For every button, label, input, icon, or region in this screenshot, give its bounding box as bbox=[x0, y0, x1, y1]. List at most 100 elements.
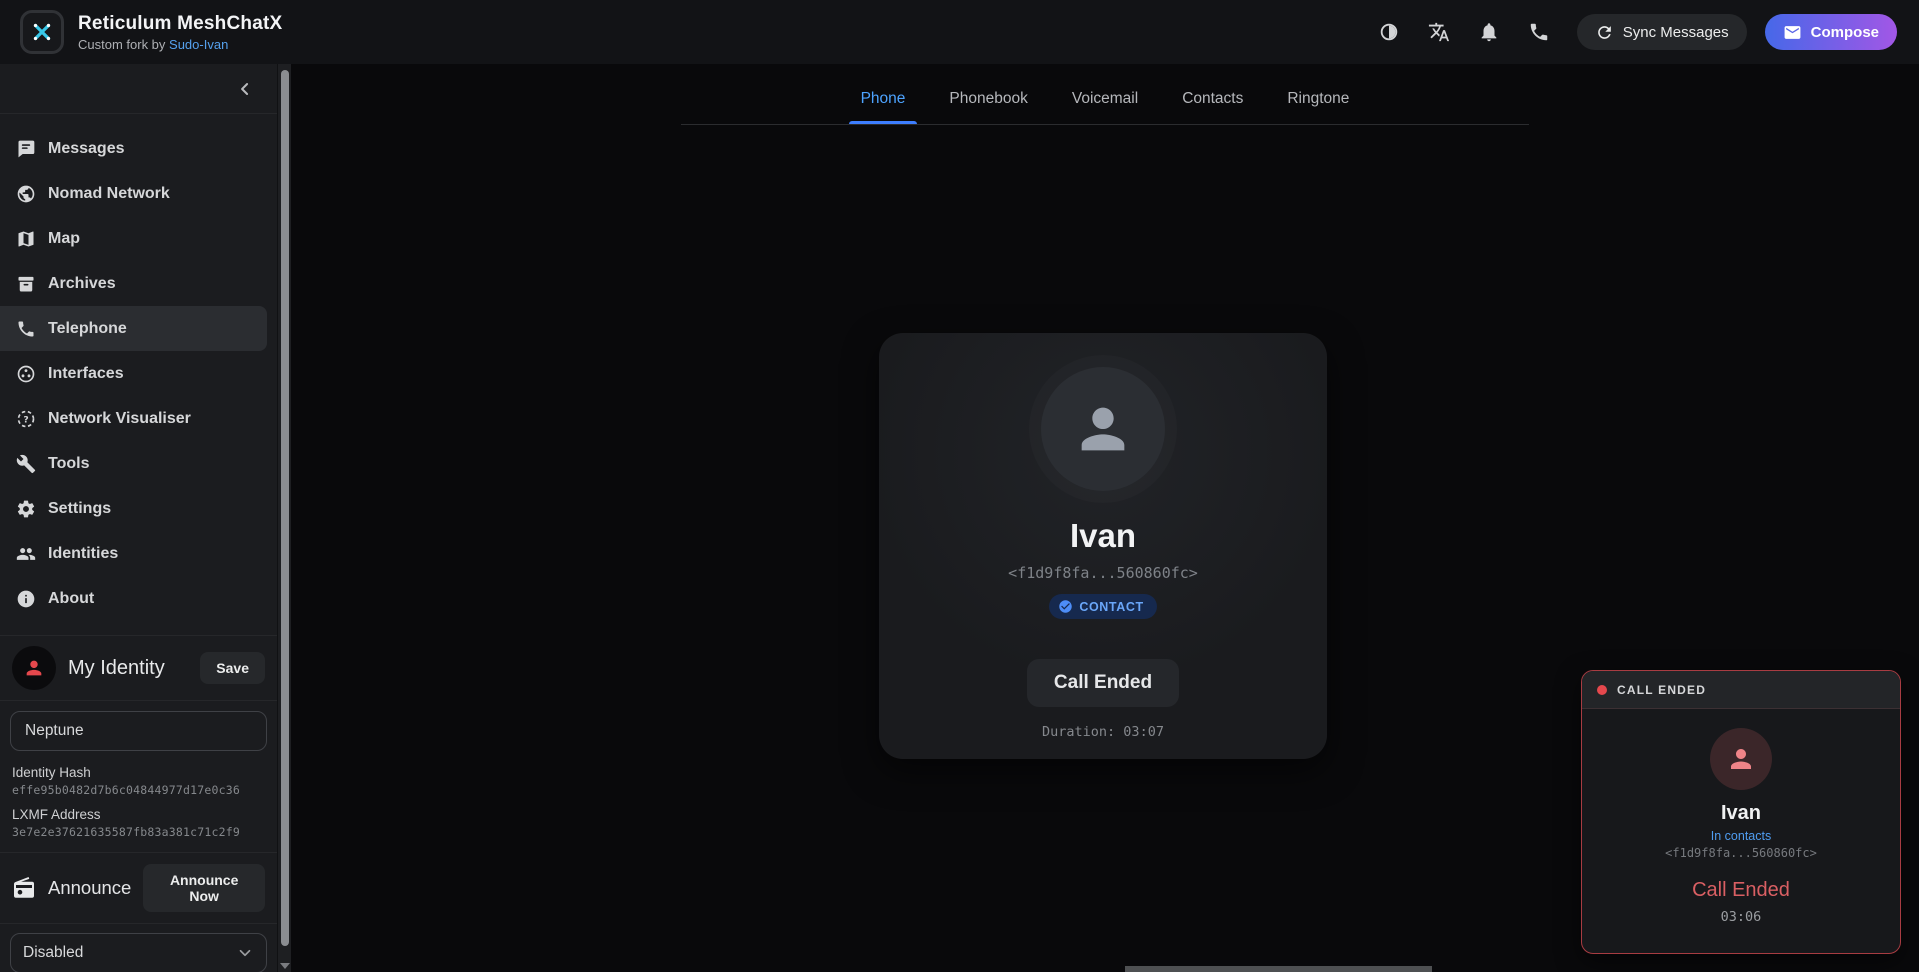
theme-toggle-button[interactable] bbox=[1369, 12, 1409, 52]
sidebar-item-nomad-network[interactable]: Nomad Network bbox=[0, 171, 267, 216]
my-identity-avatar bbox=[12, 646, 56, 690]
sidebar-item-label: Telephone bbox=[48, 320, 127, 338]
sidebar-item-label: Archives bbox=[48, 275, 116, 293]
identity-hash-block: Identity Hash effe95b0482d7b6c04844977d1… bbox=[0, 755, 277, 797]
tab-phonebook[interactable]: Phonebook bbox=[949, 90, 1027, 124]
x-node-icon bbox=[29, 19, 55, 45]
header-branding: Reticulum MeshChatX Custom fork by Sudo-… bbox=[20, 10, 282, 54]
sidebar-scrollbar[interactable] bbox=[277, 64, 291, 972]
call-status-button[interactable]: Call Ended bbox=[1027, 659, 1179, 707]
visualiser-icon: ? bbox=[16, 409, 36, 429]
tab-phone[interactable]: Phone bbox=[861, 90, 906, 124]
in-contacts-note: In contacts bbox=[1582, 829, 1900, 843]
sidebar-item-messages[interactable]: Messages bbox=[0, 126, 267, 171]
compose-label: Compose bbox=[1811, 24, 1879, 41]
sidebar-item-label: Tools bbox=[48, 455, 89, 473]
announce-now-button[interactable]: Announce Now bbox=[143, 864, 265, 912]
sidebar-item-identities[interactable]: Identities bbox=[0, 531, 267, 576]
sidebar-item-label: Settings bbox=[48, 500, 111, 518]
notification-title: CALL ENDED bbox=[1617, 683, 1706, 697]
lxmf-address-block: LXMF Address 3e7e2e37621635587fb83a381c7… bbox=[0, 797, 277, 839]
sidebar-item-tools[interactable]: Tools bbox=[0, 441, 267, 486]
divider bbox=[0, 923, 277, 924]
tab-voicemail[interactable]: Voicemail bbox=[1072, 90, 1138, 124]
scrollbar-down-arrow-icon[interactable] bbox=[280, 963, 290, 969]
identity-name-input[interactable] bbox=[10, 711, 267, 751]
caller-name: Ivan bbox=[879, 517, 1327, 555]
person-icon bbox=[23, 657, 45, 679]
translate-icon bbox=[1428, 21, 1450, 43]
notification-avatar bbox=[1710, 728, 1772, 790]
my-identity-title: My Identity bbox=[68, 657, 188, 680]
svg-text:?: ? bbox=[23, 414, 28, 425]
chevron-left-icon[interactable] bbox=[235, 79, 255, 99]
title-stack: Reticulum MeshChatX Custom fork by Sudo-… bbox=[78, 13, 282, 52]
tab-ringtone[interactable]: Ringtone bbox=[1287, 90, 1349, 124]
announce-section: Announce Announce Now bbox=[0, 853, 277, 923]
sidebar-item-network-visualiser[interactable]: ? Network Visualiser bbox=[0, 396, 267, 441]
sidebar-item-about[interactable]: About bbox=[0, 576, 267, 621]
sync-messages-label: Sync Messages bbox=[1623, 24, 1729, 41]
sidebar-item-map[interactable]: Map bbox=[0, 216, 267, 261]
brightness-icon bbox=[1378, 21, 1400, 43]
map-icon bbox=[16, 229, 36, 249]
sidebar-item-telephone[interactable]: Telephone bbox=[0, 306, 267, 351]
caller-avatar bbox=[1041, 367, 1165, 491]
save-button[interactable]: Save bbox=[200, 652, 265, 684]
call-ended-notification[interactable]: CALL ENDED Ivan In contacts <f1d9f8fa...… bbox=[1581, 670, 1901, 954]
header-actions: Sync Messages Compose bbox=[1369, 12, 1897, 52]
fork-author-link[interactable]: Sudo-Ivan bbox=[169, 37, 228, 52]
archive-icon bbox=[16, 274, 36, 294]
notification-status: Call Ended bbox=[1582, 879, 1900, 902]
sidebar-item-label: Identities bbox=[48, 545, 118, 563]
call-status-card: Ivan <f1d9f8fa...560860fc> CONTACT Call … bbox=[879, 333, 1327, 759]
radio-icon bbox=[12, 876, 36, 900]
app-body: Messages Nomad Network Map bbox=[0, 64, 1919, 972]
language-button[interactable] bbox=[1419, 12, 1459, 52]
announce-interval-select[interactable]: Disabled bbox=[10, 933, 267, 972]
red-status-dot-icon bbox=[1597, 685, 1607, 695]
sidebar-nav: Messages Nomad Network Map bbox=[0, 114, 277, 621]
person-icon bbox=[1726, 744, 1756, 774]
notification-header: CALL ENDED bbox=[1582, 671, 1900, 709]
info-icon bbox=[16, 589, 36, 609]
refresh-icon bbox=[1595, 23, 1614, 42]
sidebar-item-label: About bbox=[48, 590, 94, 608]
sidebar-item-settings[interactable]: Settings bbox=[0, 486, 267, 531]
app-header: Reticulum MeshChatX Custom fork by Sudo-… bbox=[0, 0, 1919, 64]
sidebar-item-label: Map bbox=[48, 230, 80, 248]
person-icon bbox=[1071, 397, 1135, 461]
sidebar-scrollbar-thumb[interactable] bbox=[281, 70, 289, 946]
sync-messages-button[interactable]: Sync Messages bbox=[1577, 14, 1747, 50]
notification-body: Ivan In contacts <f1d9f8fa...560860fc> C… bbox=[1582, 709, 1900, 925]
contact-badge: CONTACT bbox=[1049, 594, 1156, 619]
chat-icon bbox=[16, 139, 36, 159]
tab-contacts[interactable]: Contacts bbox=[1182, 90, 1243, 124]
lxmf-address-value: 3e7e2e37621635587fb83a381c71c2f9 bbox=[12, 825, 265, 839]
phone-icon bbox=[16, 319, 36, 339]
announce-title: Announce bbox=[48, 877, 131, 899]
lxmf-address-label: LXMF Address bbox=[12, 807, 265, 822]
sidebar-item-label: Network Visualiser bbox=[48, 410, 191, 428]
app-logo bbox=[20, 10, 64, 54]
mail-icon bbox=[1783, 23, 1802, 42]
sidebar-item-interfaces[interactable]: Interfaces bbox=[0, 351, 267, 396]
sidebar-item-label: Messages bbox=[48, 140, 125, 158]
app-title: Reticulum MeshChatX bbox=[78, 13, 282, 35]
compose-button[interactable]: Compose bbox=[1765, 14, 1897, 50]
notifications-button[interactable] bbox=[1469, 12, 1509, 52]
sidebar-item-archives[interactable]: Archives bbox=[0, 261, 267, 306]
people-icon bbox=[16, 544, 36, 564]
subtitle-text: Custom fork by bbox=[78, 37, 169, 52]
call-button[interactable] bbox=[1519, 12, 1559, 52]
identity-hash-value: effe95b0482d7b6c04844977d17e0c36 bbox=[12, 783, 265, 797]
notification-caller-name: Ivan bbox=[1582, 802, 1900, 825]
phone-icon bbox=[1528, 21, 1550, 43]
check-circle-icon bbox=[1058, 599, 1073, 614]
identity-hash-label: Identity Hash bbox=[12, 765, 265, 780]
globe-icon bbox=[16, 184, 36, 204]
announce-interval-value: Disabled bbox=[23, 944, 83, 962]
my-identity-section: My Identity Save bbox=[0, 636, 277, 700]
horizontal-scrollbar-thumb[interactable] bbox=[1125, 966, 1432, 972]
caller-address: <f1d9f8fa...560860fc> bbox=[879, 564, 1327, 582]
